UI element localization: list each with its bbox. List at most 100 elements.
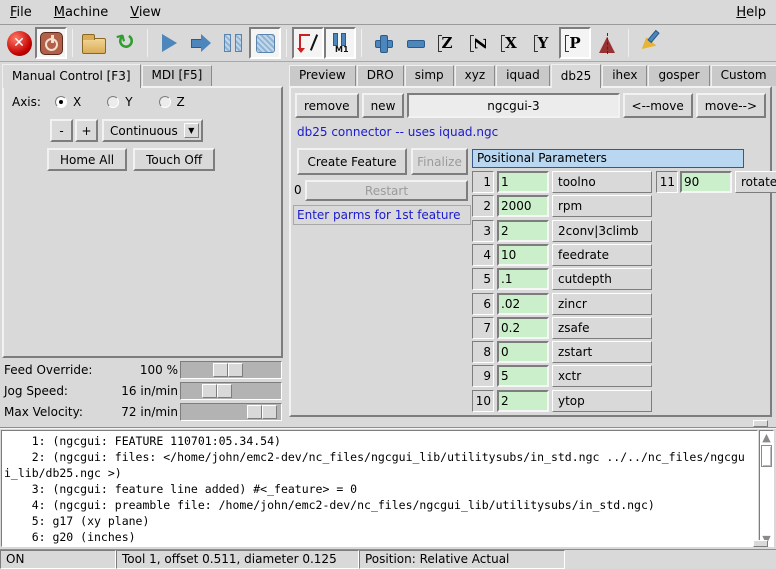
tab-simp[interactable]: simp [405, 65, 454, 86]
tab-name-input[interactable] [407, 93, 619, 118]
step-icon [191, 34, 211, 52]
sash-grip[interactable] [753, 420, 768, 427]
view-x-button[interactable]: X [495, 27, 527, 59]
param-name-button[interactable]: 2conv|3climb [552, 220, 652, 242]
stop-button[interactable] [249, 27, 281, 59]
rotate-view-button[interactable] [591, 27, 623, 59]
skip-lines-button[interactable] [292, 27, 324, 59]
param-row: 6zincr [472, 293, 770, 315]
param-row: 9xctr [472, 365, 770, 387]
param-value-input[interactable] [497, 244, 549, 266]
param-name-button[interactable]: feedrate [552, 244, 652, 266]
jog-mode-select[interactable]: Continuous ▼ [102, 119, 203, 142]
run-button[interactable] [153, 27, 185, 59]
param-index: 5 [472, 268, 494, 290]
param-name-button[interactable]: zincr [552, 293, 652, 315]
view-z-rotated-button[interactable]: Z [463, 27, 495, 59]
param-value-input[interactable] [497, 220, 549, 242]
machine-power-button[interactable] [35, 27, 67, 59]
jog-plus-button[interactable]: + [75, 119, 98, 142]
param-value-input[interactable] [497, 171, 549, 193]
jog-minus-button[interactable]: - [50, 119, 73, 142]
gcode-line: 7: g40 (cancel cutter radius compensatio… [4, 545, 757, 547]
console-scrollbar[interactable]: ▲ ▼ [759, 430, 774, 547]
menu-help[interactable]: Help [736, 5, 766, 20]
tab-iquad[interactable]: iquad [496, 65, 550, 86]
param-value-input[interactable] [497, 293, 549, 315]
new-button[interactable]: new [362, 93, 405, 118]
param-name-button[interactable]: xctr [552, 365, 652, 387]
jog-speed-label: Jog Speed: [4, 384, 68, 398]
param-name-button[interactable]: ytop [552, 390, 652, 412]
param-index: 8 [472, 341, 494, 363]
create-feature-button[interactable]: Create Feature [297, 148, 407, 175]
view-p-button[interactable]: P [559, 27, 591, 59]
skip-lines-icon [297, 32, 319, 54]
param-value-input[interactable] [497, 195, 549, 217]
tab-gosper[interactable]: gosper [648, 65, 709, 86]
touch-off-button[interactable]: Touch Off [133, 148, 215, 171]
machine-state: ON [0, 550, 116, 569]
home-all-button[interactable]: Home All [47, 148, 127, 171]
finalize-button[interactable]: Finalize [411, 148, 468, 175]
tab-xyz[interactable]: xyz [455, 65, 496, 86]
tab-preview[interactable]: Preview [289, 65, 356, 86]
tab-db25[interactable]: db25 [551, 64, 602, 88]
axis-radio-x[interactable]: X [55, 95, 81, 109]
tab-mdi[interactable]: MDI [F5] [142, 65, 213, 86]
param-name-button[interactable]: rotate [735, 171, 776, 193]
view-z-button[interactable]: Z [431, 27, 463, 59]
tab-dro[interactable]: DRO [357, 65, 404, 86]
feature-count: 0 [294, 183, 302, 197]
step-button[interactable] [185, 27, 217, 59]
scrollbar-thumb[interactable] [761, 445, 772, 467]
menu-file[interactable]: File [10, 5, 32, 20]
param-value-input[interactable] [497, 365, 549, 387]
jog-speed-slider[interactable] [180, 382, 282, 400]
menu-machine[interactable]: Machine [54, 5, 108, 20]
gcode-listing[interactable]: 1: (ngcgui: FEATURE 110701:05.34.54) 2: … [1, 430, 758, 547]
param-name-button[interactable]: zsafe [552, 317, 652, 339]
max-velocity-slider[interactable] [180, 403, 282, 421]
clear-plot-button[interactable] [634, 27, 666, 59]
move-left-button[interactable]: <--move [623, 93, 693, 118]
manual-control-frame: Axis: X Y Z - + [2, 86, 283, 358]
param-name-button[interactable]: rpm [552, 195, 652, 217]
param-value-input[interactable] [497, 268, 549, 290]
tab-custom[interactable]: Custom [711, 65, 776, 86]
param-value-input[interactable] [497, 317, 549, 339]
tab-manual-control[interactable]: Manual Control [F3] [2, 64, 141, 88]
zoom-out-button[interactable] [399, 27, 431, 59]
main-area: Manual Control [F3] MDI [F5] Axis: X Y [0, 62, 776, 427]
param-name-button[interactable]: zstart [552, 341, 652, 363]
move-right-button[interactable]: move--> [696, 93, 766, 118]
gcode-line: 4: (ngcgui: preamble file: /home/john/em… [4, 497, 757, 513]
gcode-line: 1: (ngcgui: FEATURE 110701:05.34.54) [4, 433, 757, 449]
menu-view[interactable]: View [130, 5, 161, 20]
param-name-button[interactable]: cutdepth [552, 268, 652, 290]
pause-button[interactable] [217, 27, 249, 59]
param-value-input[interactable] [497, 390, 549, 412]
optional-stop-button[interactable]: M1 [324, 27, 356, 59]
open-file-button[interactable] [78, 27, 110, 59]
feed-override-slider[interactable] [180, 361, 282, 379]
axis-z-label: Z [177, 95, 185, 109]
remove-button[interactable]: remove [295, 93, 359, 118]
ngcgui-controls: remove new <--move move--> [295, 93, 766, 118]
view-y-button[interactable]: Y [527, 27, 559, 59]
param-value-input[interactable] [497, 341, 549, 363]
sash-grip[interactable] [753, 540, 768, 547]
scroll-up-icon[interactable]: ▲ [760, 431, 773, 444]
reload-button[interactable] [110, 27, 142, 59]
pane-sash[interactable] [0, 427, 776, 429]
tab-ihex[interactable]: ihex [602, 65, 647, 86]
param-name-button[interactable]: toolno [552, 171, 652, 193]
param-value-input[interactable] [680, 171, 732, 193]
zoom-in-button[interactable] [367, 27, 399, 59]
estop-button[interactable] [3, 27, 35, 59]
toolbar-separator [286, 29, 287, 57]
restart-button[interactable]: Restart [305, 180, 468, 201]
axis-radio-z[interactable]: Z [159, 95, 185, 109]
axis-radio-y[interactable]: Y [107, 95, 132, 109]
param-index: 2 [472, 195, 494, 217]
